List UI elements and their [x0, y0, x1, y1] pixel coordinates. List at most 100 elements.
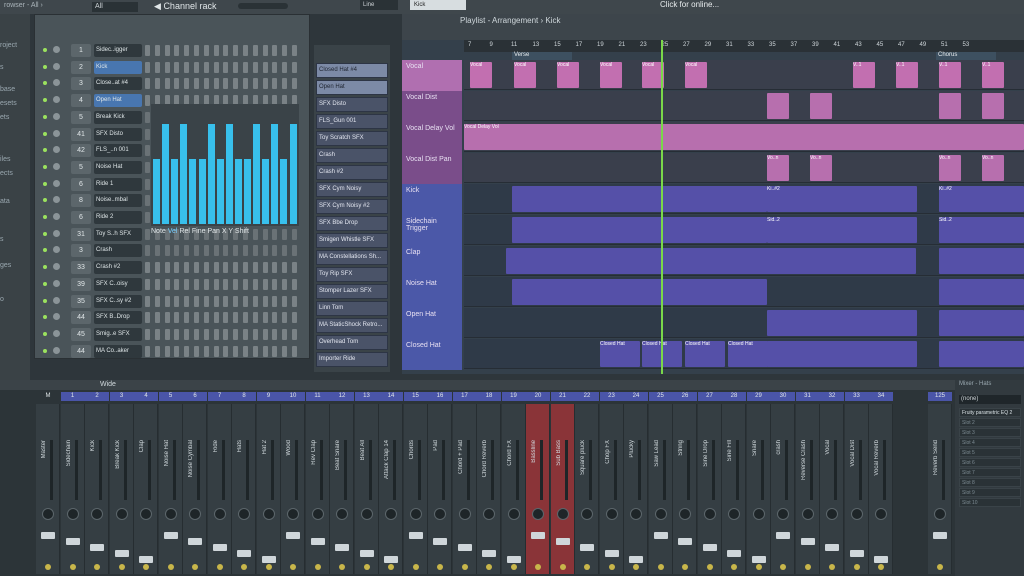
mute-led[interactable]	[94, 564, 100, 570]
step-button[interactable]	[282, 345, 288, 357]
mixer-channel-strip[interactable]: Wood	[281, 404, 305, 574]
track-header[interactable]: Kick	[402, 184, 462, 215]
pattern-clip-vocal[interactable]: V..1	[896, 62, 918, 88]
step-button[interactable]	[262, 312, 268, 324]
step-button[interactable]	[174, 295, 180, 307]
channel-name-button[interactable]: Close..at #4	[94, 77, 142, 91]
step-button[interactable]	[252, 61, 258, 73]
swing-slider[interactable]	[238, 3, 288, 9]
tab-y[interactable]: Y	[228, 228, 233, 235]
channel-row[interactable]: 2 Kick	[37, 60, 309, 75]
velocity-bar[interactable]	[225, 123, 233, 224]
step-button[interactable]	[164, 295, 170, 307]
knob-pan[interactable]	[777, 508, 789, 520]
mute-led[interactable]	[804, 564, 811, 570]
step-button[interactable]	[145, 161, 150, 173]
mixer-channel-strip[interactable]: Reverb Send	[928, 404, 952, 574]
picker-item[interactable]: Open Hat	[316, 80, 388, 95]
insert-input-select[interactable]: (none)	[959, 395, 1021, 404]
timeline-ruler[interactable]: 7 9 11 13 15 17 19 21 23 25 27 29 31 33 35 37 39 41 43 45 47…	[464, 40, 1024, 52]
fader-handle[interactable]	[751, 556, 766, 563]
step-button[interactable]	[262, 345, 268, 357]
pattern-clip-closed-hat[interactable]: Closed Hat	[600, 341, 640, 367]
mixer-track-number[interactable]: 45	[71, 327, 91, 341]
step-button[interactable]	[233, 295, 239, 307]
knob-pan[interactable]	[91, 508, 103, 520]
mute-led[interactable]	[780, 564, 786, 570]
step-button[interactable]	[154, 328, 160, 340]
step-button[interactable]	[272, 61, 278, 73]
picker-item[interactable]: FLS_Gun 001	[316, 114, 388, 129]
mute-led[interactable]	[143, 564, 149, 570]
step-button[interactable]	[184, 278, 190, 290]
step-button[interactable]	[223, 312, 229, 324]
step-button[interactable]	[223, 61, 229, 73]
velocity-bar[interactable]	[153, 159, 160, 224]
channel-pan-knob[interactable]	[53, 279, 60, 287]
channel-name-button[interactable]: Kick	[94, 60, 142, 74]
velocity-bar[interactable]	[253, 123, 261, 224]
step-button[interactable]	[145, 128, 150, 140]
pattern-clip-clap[interactable]	[506, 248, 916, 274]
step-button[interactable]	[292, 61, 297, 73]
step-button[interactable]	[272, 328, 278, 340]
channel-name-button[interactable]: Noise..mbal	[94, 194, 142, 208]
fader-handle[interactable]	[555, 538, 570, 545]
mixer-track-number[interactable]: 2	[71, 60, 91, 74]
mute-led[interactable]	[633, 564, 639, 570]
track-header[interactable]: Vocal	[402, 60, 462, 91]
mute-led[interactable]	[412, 564, 419, 570]
channel-name-button[interactable]: Ride 1	[94, 177, 142, 191]
mixer-channel-strip[interactable]: Chop FX	[599, 404, 624, 574]
channel-pan-knob[interactable]	[53, 346, 60, 354]
pattern-clip-noise-hat[interactable]	[939, 279, 1024, 305]
step-button[interactable]	[292, 328, 297, 340]
mixer-channel-strip[interactable]: Pad	[428, 404, 452, 574]
step-button[interactable]	[154, 245, 160, 257]
tab-note[interactable]: Note	[151, 228, 166, 235]
step-button[interactable]	[203, 345, 209, 357]
velocity-bar[interactable]	[198, 159, 206, 224]
mixer-track-number[interactable]: 33	[71, 261, 91, 275]
mute-led[interactable]	[363, 564, 370, 570]
knob-pan[interactable]	[385, 508, 397, 520]
channel-pan-knob[interactable]	[53, 112, 60, 120]
step-button[interactable]	[243, 278, 248, 290]
mute-led[interactable]	[339, 564, 345, 570]
mixer-track-number[interactable]: 35	[71, 294, 91, 308]
step-button[interactable]	[262, 245, 268, 257]
knob-pan[interactable]	[703, 508, 716, 520]
velocity-bar[interactable]	[180, 123, 188, 224]
fader-handle[interactable]	[286, 532, 300, 539]
pattern-clip-noise-hat[interactable]	[512, 279, 767, 305]
tab-vel[interactable]: Vel	[168, 228, 178, 235]
step-button[interactable]	[145, 312, 150, 324]
mixer-channel-strip[interactable]: Vocal Reverb	[869, 404, 893, 574]
step-button[interactable]	[243, 78, 248, 90]
mute-led[interactable]	[937, 564, 943, 570]
mute-led[interactable]	[241, 564, 247, 570]
mixer-channel-strip[interactable]: Plucky	[624, 404, 648, 574]
mixer-channel-strip[interactable]: crash	[771, 404, 795, 574]
step-button[interactable]	[223, 45, 229, 56]
fader-handle[interactable]	[212, 544, 227, 551]
step-button[interactable]	[233, 245, 239, 257]
step-button[interactable]	[272, 245, 278, 257]
step-button[interactable]	[174, 61, 180, 73]
online-news[interactable]: Click for online...	[660, 0, 719, 9]
step-button[interactable]	[272, 312, 278, 324]
track-header[interactable]: Open Hat	[402, 308, 462, 339]
fader-handle[interactable]	[604, 550, 619, 557]
pattern-clip-closed-hat[interactable]: Closed Hat	[728, 341, 768, 367]
step-button[interactable]	[213, 328, 219, 340]
mute-led[interactable]	[853, 564, 860, 570]
mixer-channel-strip[interactable]: Vocal	[820, 404, 844, 574]
browser-folder[interactable]: iles	[0, 156, 11, 163]
channel-led[interactable]	[43, 148, 47, 153]
knob-pan[interactable]	[287, 508, 299, 520]
tab-rel[interactable]: Rel	[179, 228, 190, 235]
channel-pan-knob[interactable]	[53, 229, 60, 237]
knob-pan[interactable]	[507, 508, 520, 520]
step-button[interactable]	[154, 295, 160, 307]
step-button[interactable]	[154, 45, 160, 56]
